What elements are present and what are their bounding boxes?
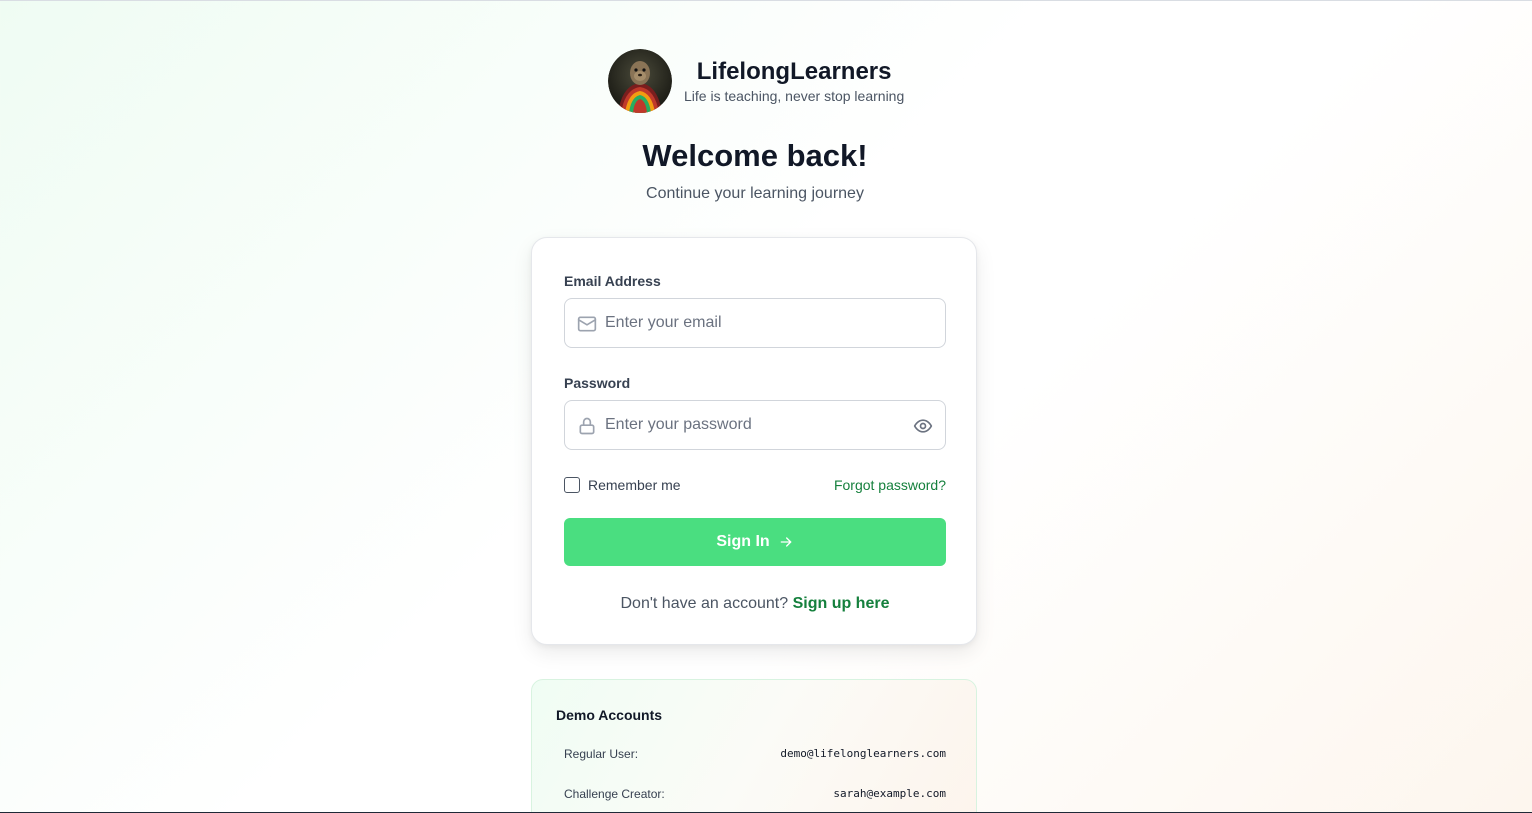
top-border xyxy=(0,0,1532,1)
email-field-wrapper[interactable] xyxy=(564,298,946,348)
email-field[interactable] xyxy=(605,299,895,347)
brand-tagline: Life is teaching, never stop learning xyxy=(684,88,905,104)
demo-title: Demo Accounts xyxy=(556,707,663,723)
lock-icon xyxy=(579,417,595,435)
password-field[interactable] xyxy=(605,401,895,449)
signup-row: Don't have an account? Sign up here xyxy=(532,593,978,615)
demo-role: Challenge Creator: xyxy=(564,787,665,801)
page-title: Welcome back! xyxy=(642,138,868,173)
forgot-password-link[interactable]: Forgot password? xyxy=(834,476,946,494)
remember-checkbox[interactable] xyxy=(564,477,580,493)
demo-role: Regular User: xyxy=(564,747,639,761)
sign-in-button[interactable]: Sign In xyxy=(564,518,946,566)
logo-avatar xyxy=(608,49,672,113)
demo-accounts-panel: Demo Accounts Regular User: demo@lifelon… xyxy=(531,679,977,813)
password-field-wrapper[interactable] xyxy=(564,400,946,450)
sign-in-label: Sign In xyxy=(716,533,770,550)
demo-email: sarah@example.com xyxy=(833,787,946,800)
email-label: Email Address xyxy=(564,273,661,289)
login-card: Email Address Password Remember me Forgo… xyxy=(531,237,977,645)
demo-account-row: Challenge Creator: sarah@example.com xyxy=(564,786,946,804)
brand-name: LifelongLearners xyxy=(696,58,892,85)
mail-icon xyxy=(577,316,597,332)
signup-prompt: Don't have an account? xyxy=(620,595,789,612)
page-subtitle: Continue your learning journey xyxy=(646,185,864,202)
signup-link[interactable]: Sign up here xyxy=(793,595,890,612)
remember-row: Remember me Forgot password? xyxy=(564,476,946,496)
eye-icon[interactable] xyxy=(913,416,933,436)
demo-email: demo@lifelonglearners.com xyxy=(780,747,946,760)
brand-header: LifelongLearners Life is teaching, never… xyxy=(608,49,904,113)
arrow-right-icon xyxy=(780,537,791,547)
remember-label[interactable]: Remember me xyxy=(588,476,681,494)
password-label: Password xyxy=(564,375,631,391)
demo-account-row: Regular User: demo@lifelonglearners.com xyxy=(564,746,946,764)
